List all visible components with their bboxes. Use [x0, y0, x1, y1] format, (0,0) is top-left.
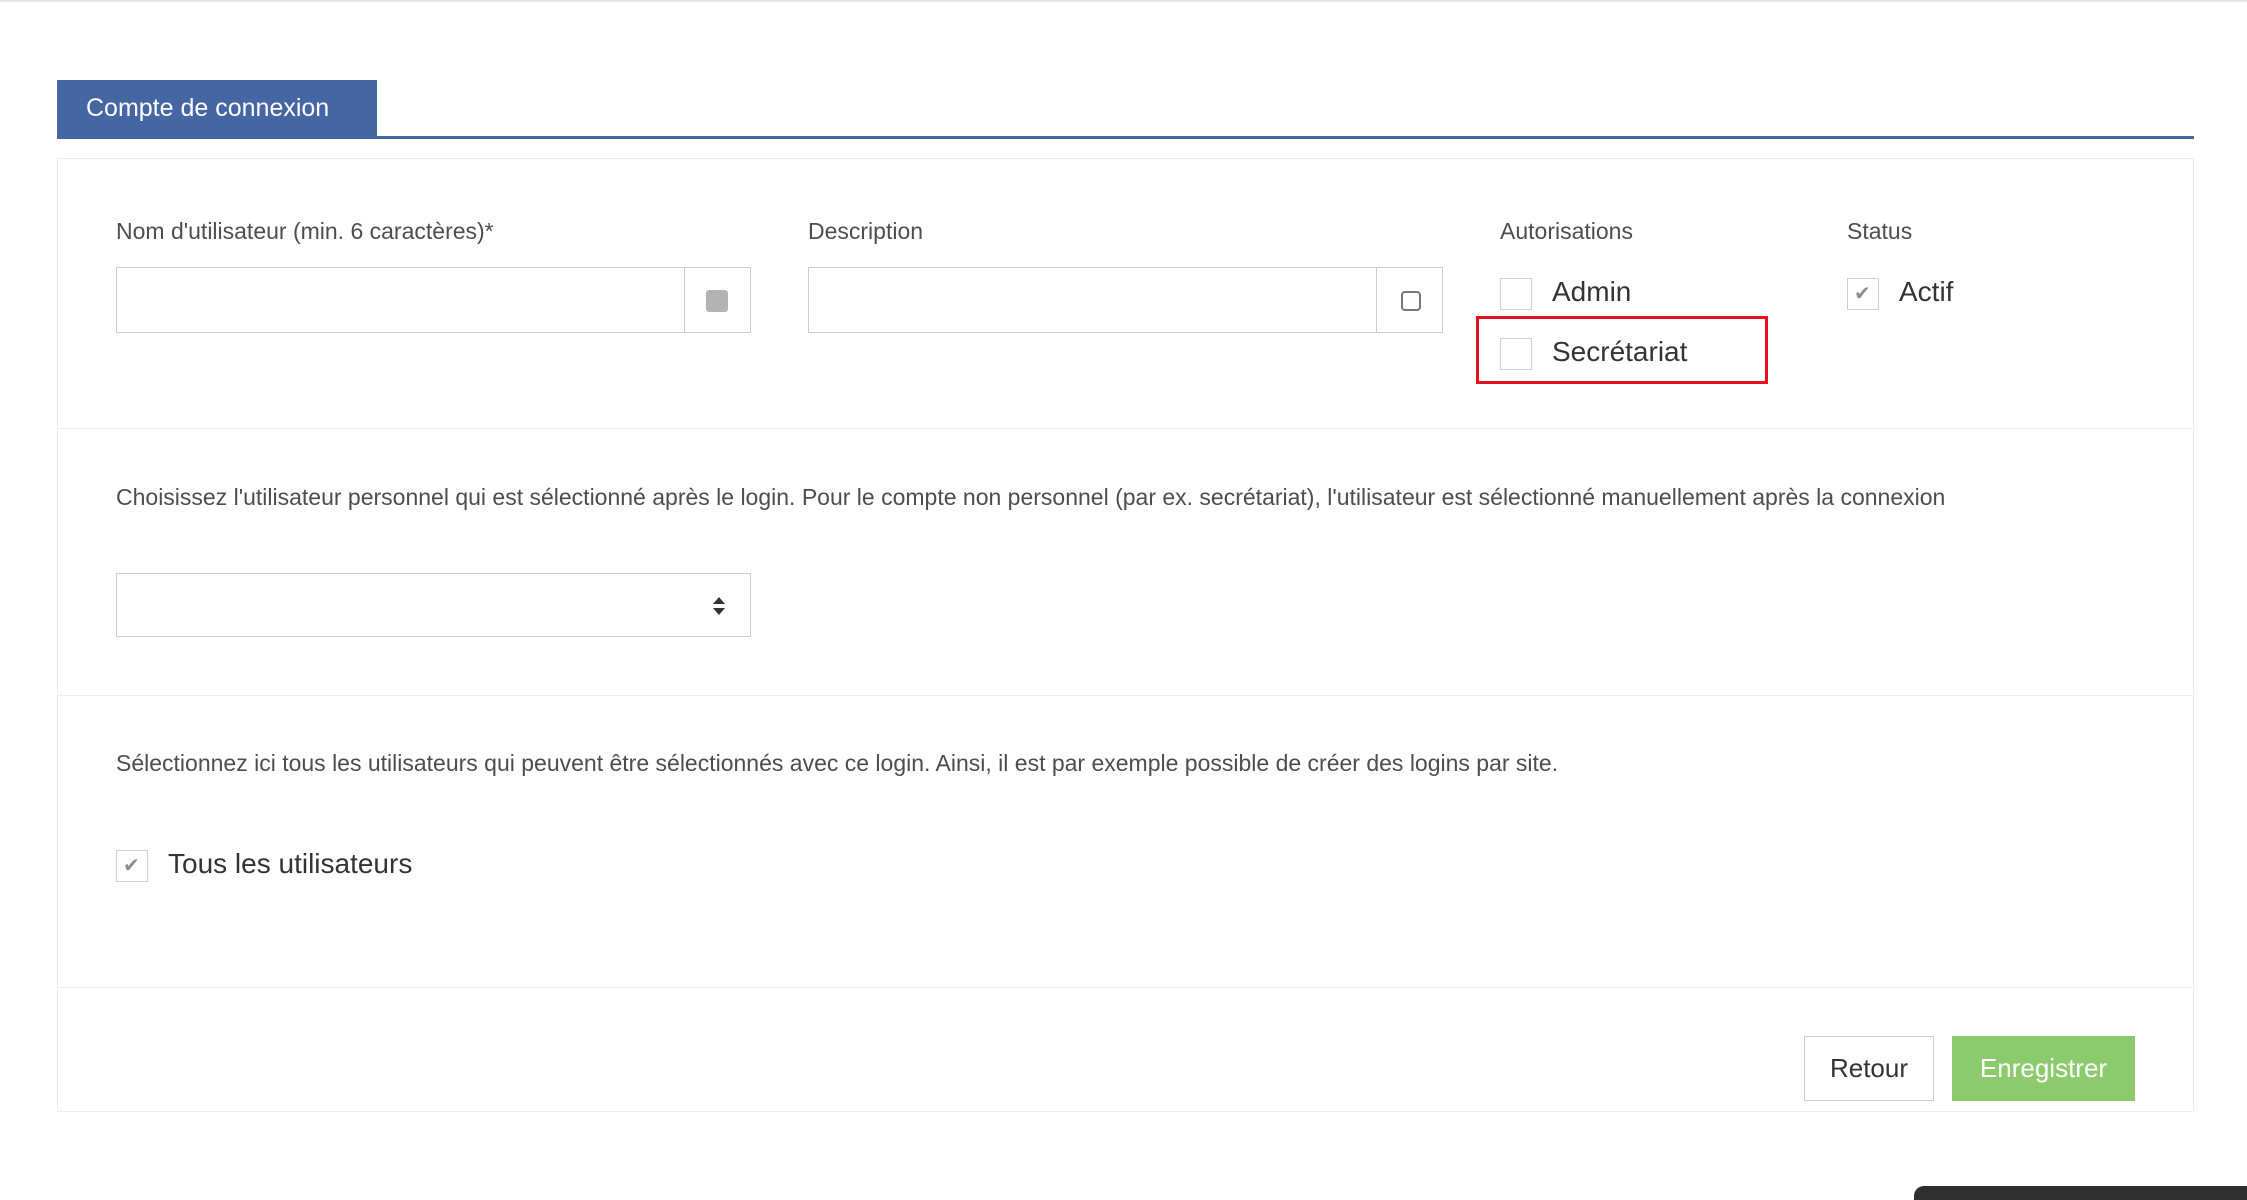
- square-outline-icon: [1401, 291, 1421, 311]
- square-icon: [706, 290, 728, 312]
- tab-bar: Compte de connexion: [57, 80, 2194, 139]
- username-addon[interactable]: [684, 268, 750, 332]
- active-label: Actif: [1899, 276, 1954, 307]
- description-label: Description: [808, 218, 924, 244]
- description-addon[interactable]: [1376, 268, 1442, 332]
- admin-label: Admin: [1552, 276, 1632, 307]
- active-checkbox[interactable]: ✔: [1847, 278, 1879, 310]
- section-divider: [58, 987, 2193, 988]
- tab-login-account[interactable]: Compte de connexion: [57, 80, 377, 136]
- secretariat-highlight: [1476, 316, 1768, 384]
- personal-user-instruction: Choisissez l'utilisateur personnel qui e…: [116, 484, 1946, 510]
- check-icon: ✔: [123, 855, 140, 877]
- username-input[interactable]: [117, 268, 685, 332]
- description-input-group: [808, 267, 1443, 333]
- bottom-edge-bar: [1914, 1186, 2247, 1200]
- sort-caret-icon: [713, 597, 725, 615]
- username-label: Nom d'utilisateur (min. 6 caractères)*: [116, 218, 494, 244]
- check-icon: ✔: [1854, 283, 1871, 305]
- top-edge: [0, 0, 2247, 3]
- save-button[interactable]: Enregistrer: [1952, 1036, 2135, 1101]
- section-divider: [58, 695, 2193, 696]
- status-label: Status: [1847, 218, 1913, 244]
- section-divider: [58, 428, 2193, 429]
- selectable-users-instruction: Sélectionnez ici tous les utilisateurs q…: [116, 750, 1559, 776]
- username-input-group: [116, 267, 751, 333]
- admin-checkbox[interactable]: [1500, 278, 1532, 310]
- back-button[interactable]: Retour: [1804, 1036, 1934, 1101]
- all-users-checkbox[interactable]: ✔: [116, 850, 148, 882]
- permissions-label: Autorisations: [1500, 218, 1633, 244]
- all-users-label: Tous les utilisateurs: [168, 848, 413, 879]
- description-input[interactable]: [809, 268, 1377, 332]
- personal-user-select[interactable]: [116, 573, 751, 637]
